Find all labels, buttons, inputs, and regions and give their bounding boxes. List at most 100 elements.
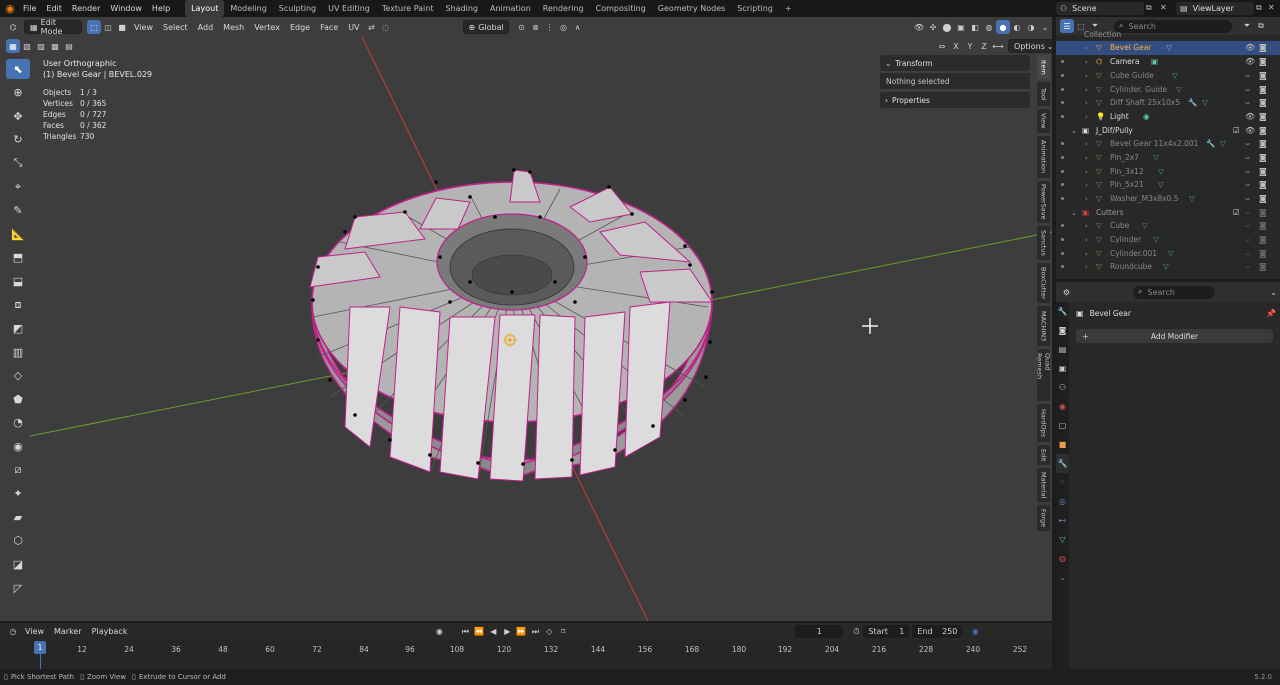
outliner-row-pin-5x21[interactable]: › ▽ Pin_5x21 ▽ ⌣ ◙ [1056, 178, 1280, 192]
add-cube-tool-icon[interactable]: ⬒ [6, 248, 30, 268]
outliner-row-cube-guide[interactable]: › ▽ Cube Guide ▽ ⌣ ◙ [1056, 69, 1280, 83]
expand-chevron-icon[interactable]: › [1085, 44, 1088, 52]
jump-keyframe-back-icon[interactable]: ⏪ [472, 625, 486, 639]
render-tab-icon[interactable]: ◙ [1056, 321, 1069, 340]
scale-tool-icon[interactable]: ⤡ [6, 153, 30, 173]
tab-animation[interactable]: Animation [1037, 136, 1050, 178]
expand-chevron-icon[interactable]: › [1085, 58, 1088, 66]
timeline-editor-icon[interactable]: ◷ [6, 625, 20, 639]
end-frame-field[interactable]: End 250 [912, 625, 963, 638]
expand-chevron-icon[interactable]: › [1085, 222, 1088, 230]
render-camera-icon[interactable]: ◙ [1259, 167, 1267, 176]
visibility-hidden-icon[interactable]: ⌣ [1245, 139, 1250, 149]
add-workspace-button[interactable]: + [779, 0, 798, 17]
mirror-x-toggle[interactable]: X [949, 39, 963, 53]
visibility-disabled-icon[interactable]: ⌣ [1245, 249, 1250, 259]
visibility-hidden-icon[interactable]: ⌣ [1245, 71, 1250, 81]
tab-item[interactable]: Item [1037, 55, 1050, 79]
knife-tool-icon[interactable]: ◇ [6, 366, 30, 386]
render-camera-icon[interactable]: ◙ [1259, 194, 1267, 203]
mirror-icon[interactable]: ⇔ [935, 39, 949, 53]
workspace-tab-texture-paint[interactable]: Texture Paint [376, 0, 440, 17]
inset-tool-icon[interactable]: ⧈ [6, 295, 30, 315]
menu-window[interactable]: Window [105, 0, 147, 17]
tab-forge[interactable]: Forge [1037, 505, 1050, 531]
render-disabled-icon[interactable]: ◙ [1259, 249, 1267, 258]
shear-tool-icon[interactable]: ▰ [6, 507, 30, 527]
expand-chevron-icon[interactable]: › [1085, 113, 1088, 121]
edge-select-icon[interactable]: ◫ [101, 20, 115, 34]
bevel-tool-icon[interactable]: ◩ [6, 319, 30, 339]
visibility-hidden-icon[interactable]: ⌣ [1245, 180, 1250, 190]
timeline-menu-playback[interactable]: Playback [87, 625, 133, 639]
xray-icon[interactable]: ◧ [968, 20, 982, 34]
visibility-hidden-icon[interactable]: ⌣ [1245, 98, 1250, 108]
outliner-row-cube[interactable]: › ▽ Cube ▽ ⌣ ◙ [1056, 219, 1280, 233]
expand-chevron-icon[interactable]: › [1085, 168, 1088, 176]
timeline-ruler[interactable]: 1 12 24 36 48 60 72 84 96 108 120 132 14… [0, 640, 1052, 669]
visibility-disabled-icon[interactable]: ⌣ [1245, 208, 1250, 218]
uv-sync-icon[interactable]: ⇄ [365, 20, 379, 34]
material-tab-icon[interactable]: ◍ [1056, 549, 1069, 568]
constraints-tab-icon[interactable]: ⊷ [1056, 511, 1069, 530]
editor-type-icon[interactable]: ⌬ [6, 20, 20, 34]
edge-slide-tool-icon[interactable]: ⧄ [6, 460, 30, 480]
tab-edit[interactable]: Edit [1037, 445, 1050, 465]
add-modifier-button[interactable]: + Add Modifier [1076, 329, 1273, 343]
menu-help[interactable]: Help [147, 0, 175, 17]
face-select-icon[interactable]: ■ [115, 20, 129, 34]
keying-set-icon[interactable]: ⌑ [556, 625, 570, 639]
render-camera-icon[interactable]: ◙ [1259, 112, 1267, 121]
falloff-icon[interactable]: ∧ [571, 20, 585, 34]
visibility-hidden-icon[interactable]: ⌣ [1245, 194, 1250, 204]
new-scene-icon[interactable]: ⧉ [1146, 3, 1156, 14]
outliner-row-pin-3x12[interactable]: › ▽ Pin_3x12 ▽ ⌣ ◙ [1056, 165, 1280, 179]
start-frame-field[interactable]: Start 1 [863, 625, 910, 638]
properties-editor-icon[interactable]: ⚙ [1060, 285, 1073, 299]
poly-build-tool-icon[interactable]: ⬟ [6, 389, 30, 409]
expand-chevron-icon[interactable]: › [1085, 154, 1088, 162]
spin-tool-icon[interactable]: ◔ [6, 413, 30, 433]
scene-tab-icon[interactable]: ⚇ [1056, 378, 1069, 397]
tab-view[interactable]: View [1037, 109, 1050, 133]
world-tab-icon[interactable]: ◉ [1056, 397, 1069, 416]
mirror-y-toggle[interactable]: Y [963, 39, 977, 53]
expand-chevron-icon[interactable]: › [1085, 72, 1088, 80]
tab-boxcutter[interactable]: BoxCutter [1037, 263, 1050, 303]
outliner-row-cutters-collection[interactable]: ⌄ ▣ Cutters ☑ ⌣ ◙ [1056, 206, 1280, 220]
render-camera-icon[interactable]: ◙ [1259, 43, 1267, 52]
wireframe-shading-icon[interactable]: ◍ [982, 20, 996, 34]
current-frame-field[interactable]: 1 [795, 625, 844, 638]
delete-scene-icon[interactable]: ✕ [1160, 3, 1170, 14]
render-camera-icon[interactable]: ◙ [1259, 71, 1267, 80]
tool-tab-icon[interactable]: 🔧 [1056, 302, 1069, 321]
object-tab-icon[interactable]: ■ [1056, 435, 1069, 454]
properties-panel-header[interactable]: › Properties [880, 92, 1030, 108]
render-disabled-icon[interactable]: ◙ [1259, 208, 1267, 217]
transform-panel-header[interactable]: ⌄ Transform [880, 55, 1030, 71]
collection-tab-icon[interactable]: ▢ [1056, 416, 1069, 435]
select-extend-icon[interactable]: ▧ [20, 39, 34, 53]
pivot-icon[interactable]: ⊙ [515, 20, 529, 34]
select-new-icon[interactable]: ▦ [6, 39, 20, 53]
outliner-row-bevel-gear-001[interactable]: › ▽ Bevel Gear 11x4x2.001 🔧 ▽ ⌣ ◙ [1056, 137, 1280, 151]
menu-mesh[interactable]: Mesh [218, 20, 249, 34]
move-tool-icon[interactable]: ✥ [6, 106, 30, 126]
rotate-tool-icon[interactable]: ↻ [6, 130, 30, 150]
properties-search-input[interactable]: ⌕ Search [1133, 285, 1215, 299]
measure-tool-icon[interactable]: 📐 [6, 224, 30, 244]
playhead[interactable]: 1 [34, 641, 46, 654]
collection-checkbox-icon[interactable]: ☑ [1233, 208, 1240, 217]
render-camera-icon[interactable]: ◙ [1259, 98, 1267, 107]
select-invert-icon[interactable]: ▩ [48, 39, 62, 53]
outliner-row-pin-2x7[interactable]: › ▽ Pin_2x7 ▽ ⌣ ◙ [1056, 151, 1280, 165]
snap-target-icon[interactable]: ⋮ [543, 20, 557, 34]
outliner-row-cylinder-001[interactable]: › ▽ Cylinder.001 ▽ ⌣ ◙ [1056, 247, 1280, 261]
jump-keyframe-forward-icon[interactable]: ⏩ [514, 625, 528, 639]
timeline-menu-marker[interactable]: Marker [49, 625, 87, 639]
more-tabs-chevron-icon[interactable]: ⌄ [1056, 568, 1069, 587]
render-camera-icon[interactable]: ◙ [1259, 126, 1267, 135]
render-disabled-icon[interactable]: ◙ [1259, 262, 1267, 271]
collapse-chevron-icon[interactable]: ⌄ [1071, 127, 1077, 135]
workspace-tab-shading[interactable]: Shading [439, 0, 484, 17]
